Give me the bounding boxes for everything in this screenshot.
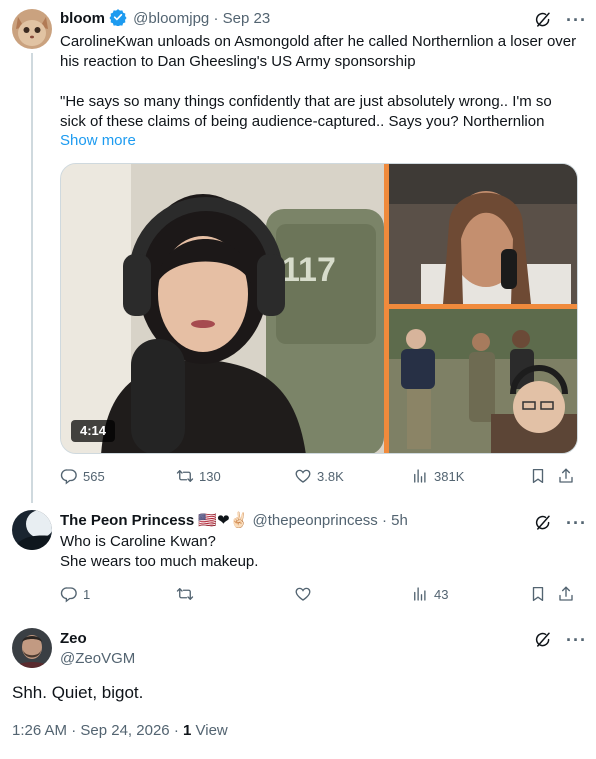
tweet-date[interactable]: Sep 23 — [223, 10, 271, 27]
views-count: 43 — [434, 586, 449, 602]
reply-count: 565 — [83, 468, 105, 484]
tweet-date[interactable]: 5h — [391, 512, 408, 529]
author-handle[interactable]: @ZeoVGM — [60, 649, 135, 669]
repost-button[interactable] — [176, 585, 194, 603]
bookmark-icon — [529, 467, 547, 485]
tweet-time[interactable]: 1:26 AM — [12, 722, 67, 739]
tweet-bloom[interactable]: bloom @bloomjpg · Sep 23 ··· CarolineKwa… — [0, 0, 596, 503]
separator: · — [71, 722, 77, 739]
repost-icon — [176, 585, 194, 603]
tweet-actions: 565 130 3.8K 381K — [60, 467, 580, 487]
reply-button[interactable]: 565 — [60, 467, 105, 485]
tweet-date[interactable]: Sep 24, 2026 — [80, 722, 169, 739]
author-name[interactable]: The Peon Princess — [60, 512, 194, 529]
repost-count: 130 — [199, 468, 221, 484]
tweet-header: bloom @bloomjpg · Sep 23 — [60, 8, 270, 29]
video-duration: 4:14 — [79, 423, 107, 438]
repost-button[interactable]: 130 — [176, 467, 221, 485]
author-name[interactable]: bloom — [60, 10, 105, 27]
like-button[interactable] — [294, 585, 312, 603]
tweet-actions: 1 43 — [60, 585, 580, 605]
views-button[interactable]: 381K — [411, 467, 464, 485]
verified-badge-icon — [109, 9, 127, 26]
more-icon[interactable]: ··· — [566, 11, 587, 29]
share-button[interactable] — [557, 467, 575, 485]
like-count: 3.8K — [317, 468, 344, 484]
author-name[interactable]: Zeo — [60, 629, 87, 649]
separator: · — [381, 512, 387, 529]
avatar[interactable] — [12, 510, 52, 550]
reply-icon — [60, 585, 78, 603]
tweet-peon-princess[interactable]: The Peon Princess 🇺🇸❤✌🏻 @thepeonprincess… — [0, 500, 596, 620]
like-icon — [294, 467, 312, 485]
views-label: View — [195, 722, 228, 739]
tweet-text: CarolineKwan unloads on Asmongold after … — [60, 33, 577, 130]
tweet-top-actions: ··· — [534, 631, 587, 649]
repost-icon — [176, 467, 194, 485]
separator: · — [213, 10, 219, 27]
reply-button[interactable]: 1 — [60, 585, 90, 603]
more-icon[interactable]: ··· — [566, 631, 587, 649]
views-button[interactable]: 43 — [411, 585, 448, 603]
name-emoji: 🇺🇸❤✌🏻 — [198, 512, 249, 529]
thread-line — [31, 53, 33, 503]
bookmark-icon — [529, 585, 547, 603]
views-icon — [411, 467, 429, 485]
tweet-text: Who is Caroline Kwan? She wears too much… — [60, 533, 259, 570]
tweet-top-actions: ··· — [534, 11, 587, 29]
video-thumbnail[interactable]: 117 4:14 — [60, 163, 578, 454]
bookmark-button[interactable] — [529, 467, 547, 485]
reply-icon — [60, 467, 78, 485]
tweet-header: The Peon Princess 🇺🇸❤✌🏻 @thepeonprincess… — [60, 511, 408, 531]
like-button[interactable]: 3.8K — [294, 467, 344, 485]
share-icon — [557, 467, 575, 485]
separator: · — [173, 722, 179, 739]
views-count: 381K — [434, 468, 465, 484]
more-icon[interactable]: ··· — [566, 514, 587, 532]
grok-icon[interactable] — [534, 11, 552, 29]
show-more-link[interactable]: Show more — [60, 131, 136, 151]
views-icon — [411, 585, 429, 603]
jersey-number: 117 — [281, 251, 336, 289]
author-handle[interactable]: @thepeonprincess — [252, 512, 377, 529]
main-tweet-text: Shh. Quiet, bigot. — [12, 683, 144, 702]
share-icon — [557, 585, 575, 603]
share-button[interactable] — [557, 585, 575, 603]
author-handle[interactable]: @bloomjpg — [133, 10, 209, 27]
tweet-meta: 1:26 AM · Sep 24, 2026 · 1 View — [12, 722, 228, 739]
bookmark-button[interactable] — [529, 585, 547, 603]
avatar[interactable] — [12, 628, 52, 668]
grok-icon[interactable] — [534, 631, 552, 649]
views-count: 1 — [182, 722, 192, 739]
like-icon — [294, 585, 312, 603]
tweet-top-actions: ··· — [534, 514, 587, 532]
video-frame: 117 — [61, 164, 577, 453]
reply-count: 1 — [83, 586, 91, 602]
grok-icon[interactable] — [534, 514, 552, 532]
avatar[interactable] — [12, 9, 52, 49]
